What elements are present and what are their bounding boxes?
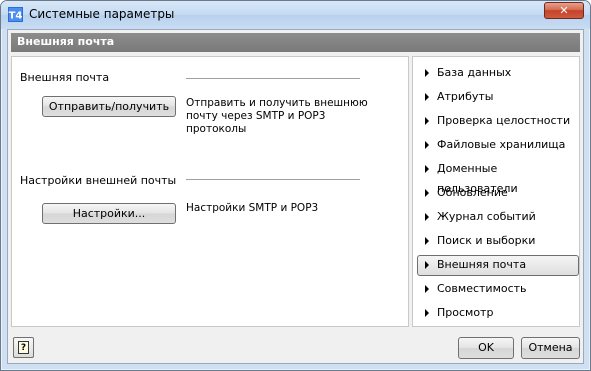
t4-app-icon: T4 [8, 7, 23, 22]
settings-button[interactable]: Настройки... [42, 203, 176, 224]
help-icon: ? [18, 341, 29, 354]
chevron-right-icon [425, 189, 429, 197]
chevron-right-icon [425, 237, 429, 245]
section-separator [186, 179, 360, 180]
chevron-right-icon [425, 69, 429, 77]
chevron-right-icon [425, 93, 429, 101]
nav-item-compatibility[interactable]: Совместимость [417, 279, 579, 299]
nav-item-file-storage[interactable]: Файловые хранилища [417, 135, 579, 155]
ok-button[interactable]: OK [458, 337, 514, 359]
settings-description: Настройки SMTP и POP3 [186, 202, 319, 214]
chevron-right-icon [425, 117, 429, 125]
cancel-button[interactable]: Отмена [521, 337, 580, 359]
nav-item-domain-users[interactable]: Доменные пользователи [417, 159, 579, 195]
chevron-right-icon [425, 309, 429, 317]
dialog-body: Внешняя почта Внешняя почта Отправить/по… [7, 29, 584, 364]
send-receive-button[interactable]: Отправить/получить [42, 96, 176, 117]
nav-item-update[interactable]: Обновление [417, 183, 579, 203]
dialog-window: T4 Системные параметры ✕ Внешняя почта В… [0, 0, 591, 371]
nav-item-integrity-check[interactable]: Проверка целостности [417, 111, 579, 131]
nav-item-attributes[interactable]: Атрибуты [417, 87, 579, 107]
section-title-mail: Внешняя почта [20, 71, 110, 84]
nav-item-search[interactable]: Поиск и выборки [417, 231, 579, 251]
send-receive-description: Отправить и получить внешнюю почту через… [186, 97, 368, 135]
nav-item-view[interactable]: Просмотр [417, 303, 579, 323]
section-title-mail-settings: Настройки внешней почты [20, 174, 177, 187]
nav-item-database[interactable]: База данных [417, 63, 579, 83]
section-separator [186, 78, 360, 79]
chevron-right-icon [425, 213, 429, 221]
nav-item-event-log[interactable]: Журнал событий [417, 207, 579, 227]
svg-text:T4: T4 [9, 11, 23, 22]
help-button[interactable]: ? [13, 337, 34, 358]
nav-item-external-mail[interactable]: Внешняя почта [417, 255, 579, 276]
page-header: Внешняя почта [11, 33, 580, 52]
close-button[interactable]: ✕ [544, 2, 584, 19]
close-icon: ✕ [559, 4, 569, 17]
title-bar[interactable]: T4 Системные параметры ✕ [1, 1, 590, 29]
window-title: Системные параметры [29, 7, 175, 21]
chevron-right-icon [425, 285, 429, 293]
chevron-right-icon [425, 165, 429, 173]
chevron-right-icon [425, 141, 429, 149]
chevron-right-icon [425, 261, 429, 269]
page-title: Внешняя почта [17, 35, 115, 48]
settings-nav: База данных Атрибуты Проверка целостност… [412, 56, 580, 327]
settings-panel: Внешняя почта Отправить/получить Отправи… [11, 56, 409, 327]
